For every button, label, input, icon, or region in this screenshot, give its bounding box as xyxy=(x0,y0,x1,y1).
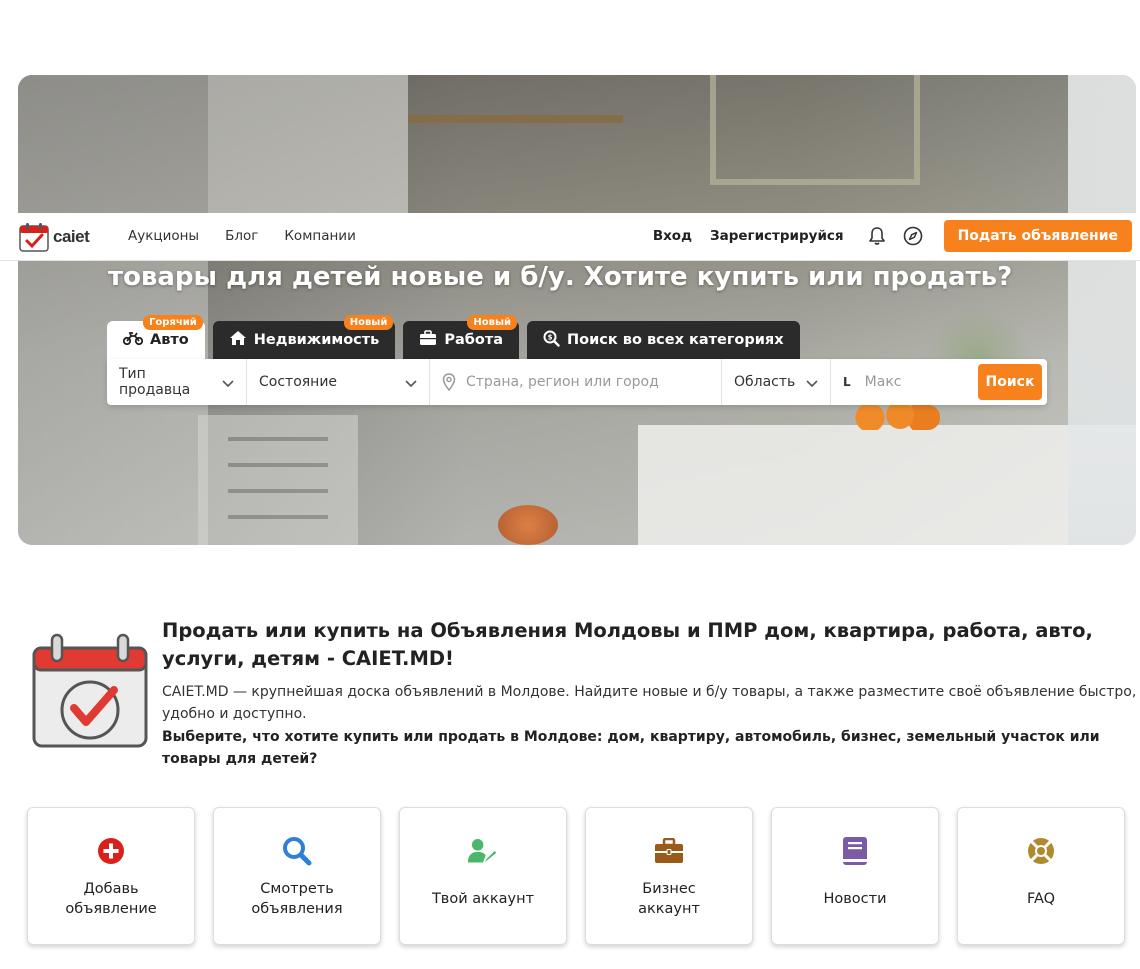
plus-circle-icon xyxy=(95,835,127,867)
register-link[interactable]: Зарегистрируйся xyxy=(710,228,844,244)
tab-badge: Новый xyxy=(343,315,394,330)
card-label: FAQ xyxy=(1026,891,1056,907)
hero-decoration xyxy=(498,505,558,545)
home-icon xyxy=(229,330,247,350)
search-dollar-icon: $ xyxy=(543,330,560,351)
card-your-account[interactable]: Твой аккаунт xyxy=(399,807,567,945)
calendar-check-icon xyxy=(18,221,50,253)
hero-decoration xyxy=(18,75,208,545)
tab-label: Недвижимость xyxy=(253,332,380,348)
tab-label: Работа xyxy=(444,332,504,348)
region-label: Область xyxy=(734,374,796,390)
search-icon xyxy=(281,835,313,867)
tab-all-categories[interactable]: $ Поиск во всех категориях xyxy=(527,321,800,359)
hero-decoration xyxy=(840,405,940,430)
tab-auto[interactable]: Авто Горячий xyxy=(107,315,205,359)
max-unit-label: L xyxy=(843,375,851,389)
hero-decoration xyxy=(710,75,920,185)
max-price-input[interactable] xyxy=(864,374,964,390)
nav-actions: Вход Зарегистрируйся Подать объявление xyxy=(653,220,1132,252)
nav-link-auctions[interactable]: Аукционы xyxy=(128,228,199,244)
map-marker-icon xyxy=(442,373,456,391)
hero-title: товары для детей новые и б/у. Хотите куп… xyxy=(108,262,1013,292)
hero-decoration xyxy=(198,415,358,545)
logo-text: caiet xyxy=(53,227,90,246)
location-field xyxy=(430,359,722,405)
card-news[interactable]: Новости xyxy=(771,807,939,945)
seller-type-select[interactable]: Тип продавца xyxy=(107,359,247,405)
tab-jobs[interactable]: Работа Новый xyxy=(403,315,520,359)
top-navbar: caiet Аукционы Блог Компании Вход Зареги… xyxy=(0,213,1140,261)
chevron-down-icon xyxy=(222,376,234,392)
svg-text:$: $ xyxy=(548,333,553,341)
search-bar: Тип продавца Состояние Область L Поиск xyxy=(107,359,1047,405)
seller-type-label: Тип продавца xyxy=(119,366,191,398)
category-tabs: Авто Горячий Недвижимость Новый Работа Н… xyxy=(107,315,800,359)
card-add-ad[interactable]: Добавь объявление xyxy=(27,807,195,945)
intro-description: CAIET.MD — крупнейшая доска объявлений в… xyxy=(162,684,1137,722)
intro-title: Продать или купить на Объявления Молдовы… xyxy=(162,619,1093,670)
max-price-field: L xyxy=(831,359,976,405)
compass-icon[interactable] xyxy=(902,225,924,247)
user-edit-icon xyxy=(467,835,499,867)
calendar-check-illustration xyxy=(30,632,150,750)
book-icon xyxy=(839,835,871,867)
nav-link-blog[interactable]: Блог xyxy=(225,228,258,244)
card-label: Твой аккаунт xyxy=(431,891,535,907)
location-input[interactable] xyxy=(466,374,709,390)
hero-decoration xyxy=(1068,75,1136,545)
hero-banner xyxy=(18,75,1136,545)
card-business-account[interactable]: Бизнес аккаунт xyxy=(585,807,753,945)
motorcycle-icon xyxy=(122,331,144,349)
tab-badge: Горячий xyxy=(143,315,203,330)
search-button[interactable]: Поиск xyxy=(978,364,1042,400)
hero-decoration xyxy=(638,425,1136,545)
card-label: Новости xyxy=(823,891,887,907)
chevron-down-icon xyxy=(806,376,818,392)
card-label: Добавь объявление xyxy=(65,881,157,917)
nav-link-companies[interactable]: Компании xyxy=(284,228,356,244)
hero-decoration xyxy=(408,115,623,123)
tab-badge: Новый xyxy=(467,315,518,330)
tab-label: Поиск во всех категориях xyxy=(567,332,784,348)
intro-question: Выберите, что хотите купить или продать … xyxy=(162,729,1100,767)
card-label: Смотреть объявления xyxy=(251,881,343,917)
bell-icon[interactable] xyxy=(866,225,888,247)
tab-label: Авто xyxy=(150,332,189,348)
card-view-ads[interactable]: Смотреть объявления xyxy=(213,807,381,945)
nav-links: Аукционы Блог Компании xyxy=(128,228,356,244)
tab-real-estate[interactable]: Недвижимость Новый xyxy=(212,315,396,359)
chevron-down-icon xyxy=(405,376,417,392)
state-select[interactable]: Состояние xyxy=(247,359,430,405)
login-link[interactable]: Вход xyxy=(653,228,692,244)
region-select[interactable]: Область xyxy=(722,359,831,405)
briefcase-icon xyxy=(653,835,685,867)
state-label: Состояние xyxy=(259,374,338,390)
life-ring-icon xyxy=(1025,835,1057,867)
card-faq[interactable]: FAQ xyxy=(957,807,1125,945)
card-label: Бизнес аккаунт xyxy=(638,881,700,917)
briefcase-icon xyxy=(419,330,437,350)
quick-links: Добавь объявление Смотреть объявления Тв… xyxy=(27,807,1125,945)
site-logo[interactable]: caiet xyxy=(18,221,90,253)
post-ad-button[interactable]: Подать объявление xyxy=(943,220,1132,252)
